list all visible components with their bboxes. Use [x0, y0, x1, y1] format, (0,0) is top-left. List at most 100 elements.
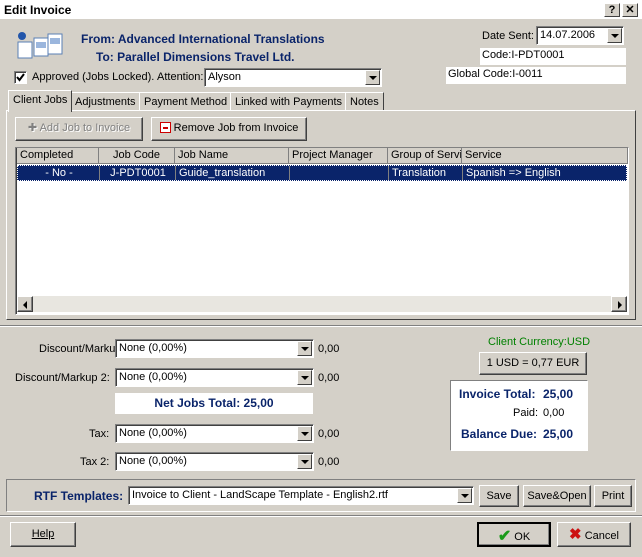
- cell-job-name: Guide_translation: [179, 167, 266, 179]
- rtf-save-button[interactable]: Save: [479, 485, 519, 507]
- col-completed[interactable]: Completed: [17, 148, 99, 164]
- horizontal-scrollbar[interactable]: [17, 296, 627, 312]
- add-job-button[interactable]: ✚ Add Job to Invoice: [15, 117, 143, 141]
- window-title: Edit Invoice: [4, 3, 72, 17]
- remove-job-label: Remove Job from Invoice: [173, 122, 299, 134]
- discount-value: None (0,00%): [119, 342, 187, 354]
- code-field: Code:I-PDT0001: [480, 48, 626, 65]
- chevron-down-icon[interactable]: [297, 454, 312, 469]
- separator: [0, 515, 642, 517]
- close-icon: ✕: [625, 4, 635, 16]
- tab-linked-with-payments[interactable]: Linked with Payments: [230, 92, 347, 111]
- global-code-field: Global Code:I-0011: [446, 67, 626, 84]
- add-icon: ✚: [27, 122, 38, 134]
- rtf-panel: RTF Templates: Invoice to Client - LandS…: [6, 479, 636, 512]
- tab-adjustments[interactable]: Adjustments: [70, 92, 141, 111]
- cell-service: Spanish => English: [466, 167, 561, 179]
- cell-job-code: J-PDT0001: [110, 167, 166, 179]
- tax-amount: 0,00: [318, 428, 340, 440]
- tax-select[interactable]: None (0,00%): [115, 424, 314, 443]
- invoice-summary-box: Invoice Total: 25,00 Paid: 0,00 Balance …: [450, 380, 588, 451]
- jobs-table: Completed Job Code Job Name Project Mana…: [15, 147, 629, 315]
- cancel-label: Cancel: [584, 530, 619, 542]
- tax-value: None (0,00%): [119, 427, 187, 439]
- arrow-right-icon: [618, 301, 622, 309]
- discount-label: Discount/Markup:: [39, 343, 125, 355]
- col-job-name[interactable]: Job Name: [175, 148, 289, 164]
- balance-due-label: Balance Due:: [461, 427, 538, 441]
- date-sent-label: Date Sent:: [482, 30, 534, 42]
- attention-select[interactable]: Alyson: [204, 68, 382, 87]
- chevron-down-icon[interactable]: [297, 370, 312, 385]
- cancel-button[interactable]: ✖ Cancel: [557, 522, 631, 547]
- rtf-print-button[interactable]: Print: [594, 485, 632, 507]
- discount2-amount: 0,00: [318, 372, 340, 384]
- tax2-amount: 0,00: [318, 456, 340, 468]
- approved-label: Approved (Jobs Locked).: [32, 71, 155, 83]
- net-jobs-total: Net Jobs Total: 25,00: [115, 393, 313, 414]
- rtf-template-select[interactable]: Invoice to Client - LandScape Template -…: [128, 486, 474, 505]
- table-row[interactable]: - No - J-PDT0001 Guide_translation Trans…: [17, 165, 627, 181]
- tax-label: Tax:: [89, 428, 110, 440]
- chevron-down-icon[interactable]: [457, 488, 472, 503]
- checkmark-icon: ✔: [497, 528, 512, 545]
- date-sent-picker[interactable]: 14.07.2006: [536, 26, 624, 45]
- scroll-left-button[interactable]: [17, 296, 33, 312]
- tax2-label: Tax 2:: [80, 456, 110, 468]
- col-project-manager[interactable]: Project Manager: [289, 148, 388, 164]
- to-label: To:: [96, 50, 114, 64]
- rtf-template-value: Invoice to Client - LandScape Template -…: [132, 489, 388, 501]
- tab-notes[interactable]: Notes: [345, 92, 384, 111]
- col-job-code[interactable]: Job Code: [99, 148, 175, 164]
- cancel-x-icon: ✖: [569, 526, 582, 543]
- tax2-value: None (0,00%): [119, 455, 187, 467]
- ok-button[interactable]: ✔ OK: [477, 522, 551, 547]
- discount2-select[interactable]: None (0,00%): [115, 368, 314, 387]
- discount-amount: 0,00: [318, 343, 340, 355]
- rtf-label: RTF Templates:: [34, 489, 124, 503]
- paid-value: 0,00: [543, 407, 565, 419]
- chevron-down-icon[interactable]: [297, 426, 312, 441]
- approved-checkbox[interactable]: [14, 71, 27, 84]
- invoice-total-label: Invoice Total:: [459, 387, 536, 401]
- rtf-save-open-button[interactable]: Save&Open: [523, 485, 591, 507]
- cell-project-manager: [290, 166, 389, 168]
- checkmark-icon: [16, 73, 25, 82]
- separator: [0, 325, 642, 327]
- arrow-left-icon: [23, 301, 27, 309]
- client-currency: Client Currency:USD: [488, 336, 591, 348]
- discount2-value: None (0,00%): [119, 371, 187, 383]
- help-button[interactable]: Help: [10, 522, 76, 547]
- client-jobs-panel: ✚ Add Job to Invoice Remove Job from Inv…: [6, 110, 636, 320]
- invoice-total-value: 25,00: [543, 387, 574, 401]
- cell-completed: - No -: [45, 167, 73, 179]
- add-job-label: Add Job to Invoice: [39, 122, 131, 134]
- from-value: Advanced International Translations: [117, 32, 325, 46]
- attention-value: Alyson: [208, 71, 242, 83]
- close-title-button[interactable]: ✕: [622, 3, 638, 17]
- col-group[interactable]: Group of Servi: [388, 148, 462, 164]
- col-service[interactable]: Service: [462, 148, 628, 164]
- attention-label: Attention:: [157, 71, 204, 83]
- date-sent-value: 14.07.2006: [540, 29, 596, 41]
- chevron-down-icon[interactable]: [607, 28, 622, 43]
- exchange-rate-button[interactable]: 1 USD = 0,77 EUR: [479, 352, 587, 375]
- ok-label: OK: [514, 531, 531, 543]
- title-bar: Edit Invoice ? ✕: [0, 0, 642, 20]
- balance-due-value: 25,00: [543, 427, 574, 441]
- to-value: Parallel Dimensions Travel Ltd.: [117, 50, 295, 64]
- chevron-down-icon[interactable]: [365, 70, 380, 85]
- discount-select[interactable]: None (0,00%): [115, 339, 314, 358]
- paid-label: Paid:: [513, 407, 539, 419]
- remove-job-button[interactable]: Remove Job from Invoice: [151, 117, 307, 141]
- tab-client-jobs[interactable]: Client Jobs: [8, 90, 73, 112]
- chevron-down-icon[interactable]: [297, 341, 312, 356]
- from-label: From:: [81, 32, 115, 46]
- remove-icon: [159, 122, 171, 133]
- help-title-button[interactable]: ?: [604, 3, 620, 17]
- invoice-icon: [14, 28, 66, 66]
- tax2-select[interactable]: None (0,00%): [115, 452, 314, 471]
- tab-payment-method[interactable]: Payment Method: [139, 92, 233, 111]
- scroll-right-button[interactable]: [611, 296, 627, 312]
- cell-group: Translation: [392, 167, 447, 179]
